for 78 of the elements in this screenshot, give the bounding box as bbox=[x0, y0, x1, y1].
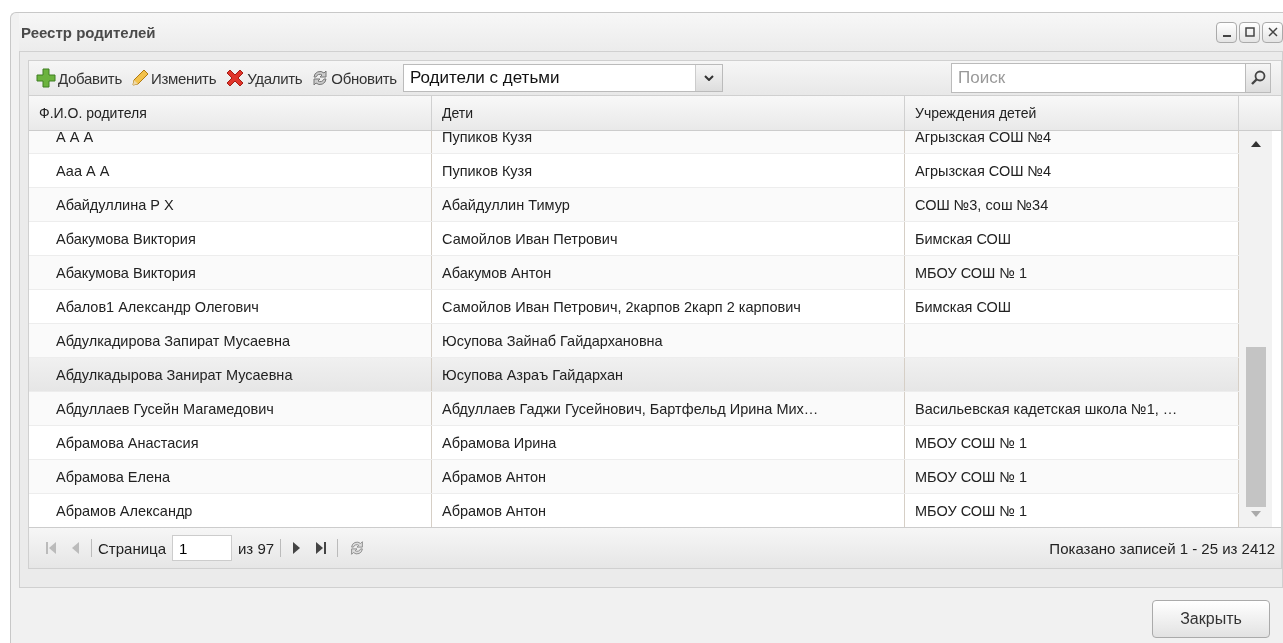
page-count: из 97 bbox=[238, 539, 275, 557]
first-page-icon bbox=[45, 541, 57, 555]
column-header[interactable]: Дети bbox=[432, 96, 905, 130]
table-cell: СОШ №3, сош №34 bbox=[915, 196, 1049, 213]
table-cell: Абрамова Елена bbox=[56, 468, 171, 485]
search-icon bbox=[1250, 70, 1266, 86]
close-icon bbox=[1267, 27, 1278, 37]
edit-button[interactable]: Изменить bbox=[127, 68, 219, 88]
previous-icon bbox=[71, 541, 81, 555]
close-button[interactable] bbox=[1262, 21, 1283, 43]
plus-icon bbox=[35, 67, 57, 89]
refresh-button[interactable]: Обновить bbox=[308, 68, 399, 88]
table-row[interactable]: Абайдуллина Р Х Абайдуллин Тимур СОШ №3, сош №34 bbox=[29, 188, 1239, 222]
table-cell: МБОУ СОШ № 1 bbox=[915, 468, 1028, 485]
table-cell: Бимская СОШ bbox=[915, 230, 1012, 247]
minimize-button[interactable] bbox=[1216, 21, 1237, 43]
table-row[interactable]: А А А Пупиков Кузя Агрызская СОШ №4 bbox=[29, 131, 1239, 154]
table-cell: МБОУ СОШ № 1 bbox=[915, 264, 1028, 281]
table-row[interactable]: Абакумова Виктория Абакумов Антон МБОУ СОШ № 1 bbox=[29, 256, 1239, 290]
table-cell: Пупиков Кузя bbox=[442, 131, 533, 145]
table-cell: МБОУ СОШ № 1 bbox=[915, 434, 1028, 451]
table-row[interactable]: Абрамова Анастасия Абрамова Ирина МБОУ СОШ № 1 bbox=[29, 426, 1239, 460]
table-cell: Абдулкадырова Занират Мусаевна bbox=[56, 366, 293, 383]
table-cell: Абайдуллин Тимур bbox=[442, 196, 570, 213]
table-cell: Самойлов Иван Петрович, 2карпов 2карп 2 карпович bbox=[442, 298, 801, 315]
scrollbar-track[interactable] bbox=[1239, 131, 1272, 527]
table-cell: Абрамов Александр bbox=[56, 502, 193, 519]
table-cell: Абдулкадирова Запират Мусаевна bbox=[56, 332, 290, 349]
table-row[interactable]: Ааа А А Пупиков Кузя Агрызская СОШ №4 bbox=[29, 154, 1239, 188]
column-header[interactable]: Учреждения детей bbox=[905, 96, 1239, 130]
records-summary: Показано записей 1 - 25 из 2412 bbox=[1049, 539, 1275, 557]
table-cell: Абакумов Антон bbox=[442, 264, 552, 281]
minimize-icon bbox=[1222, 35, 1231, 37]
pencil-icon bbox=[129, 68, 150, 88]
table-row[interactable]: Абакумова Виктория Самойлов Иван Петрович Бимская СОШ bbox=[29, 222, 1239, 256]
page-label: Страница bbox=[98, 539, 166, 557]
window-title: Реестр родителей bbox=[20, 23, 156, 41]
chevron-down-icon bbox=[694, 65, 722, 91]
table-cell: Ааа А А bbox=[56, 162, 110, 179]
table-cell: Абакумова Виктория bbox=[56, 264, 196, 281]
table-cell: Абдуллаев Гаджи Гусейнович, Бартфельд Ирина Мих… bbox=[442, 400, 819, 417]
up-arrow-icon[interactable] bbox=[1250, 141, 1261, 147]
table-cell: Васильевская кадетская школа №1, … bbox=[915, 400, 1178, 417]
table-cell: Абрамов Антон bbox=[442, 468, 547, 485]
scroll-thumb[interactable] bbox=[1245, 347, 1266, 507]
table-cell: Самойлов Иван Петрович bbox=[442, 230, 618, 247]
delete-button[interactable]: Удалить bbox=[222, 67, 305, 89]
maximize-button[interactable] bbox=[1239, 21, 1260, 43]
table-row[interactable]: Абалов1 Александр Олегович Самойлов Иван Петрович, 2карпов 2карп 2 карпович Бимская СОШ bbox=[29, 290, 1239, 324]
search-button[interactable] bbox=[1245, 63, 1271, 93]
table-cell: Агрызская СОШ №4 bbox=[915, 162, 1052, 179]
table-row[interactable]: Абрамова Елена Абрамов Антон МБОУ СОШ № 1 bbox=[29, 460, 1239, 494]
table-row[interactable]: Абдулкадырова Занират Мусаевна Юсупова Азраъ Гайдархан bbox=[29, 358, 1239, 392]
add-button[interactable]: Добавить bbox=[33, 67, 124, 89]
close-dialog-button[interactable]: Закрыть bbox=[1152, 600, 1270, 638]
table-cell: Абрамова Анастасия bbox=[56, 434, 199, 451]
next-icon bbox=[291, 541, 302, 555]
table-cell: Пупиков Кузя bbox=[442, 162, 533, 179]
table-cell: Бимская СОШ bbox=[915, 298, 1012, 315]
column-header[interactable]: Ф.И.О. родителя bbox=[29, 96, 432, 130]
table-cell: Абалов1 Александр Олегович bbox=[56, 298, 259, 315]
maximize-icon bbox=[1244, 27, 1255, 37]
filter-dropdown[interactable]: Родители с детьми bbox=[402, 64, 723, 92]
table-cell: Абрамова Ирина bbox=[442, 434, 557, 451]
table-cell: Абакумова Виктория bbox=[56, 230, 196, 247]
last-page-icon bbox=[315, 541, 328, 555]
table-cell: Абрамов Антон bbox=[442, 502, 547, 519]
page-field[interactable]: 1 bbox=[172, 535, 232, 561]
search-field[interactable]: Поиск bbox=[951, 63, 1245, 93]
table-cell: А А А bbox=[56, 131, 94, 145]
table-cell: МБОУ СОШ № 1 bbox=[915, 502, 1028, 519]
table-cell: Юсупова Азраъ Гайдархан bbox=[442, 366, 624, 383]
table-row[interactable]: Абдулкадирова Запират Мусаевна Юсупова Зайнаб Гайдархановна bbox=[29, 324, 1239, 358]
table-cell: Агрызская СОШ №4 bbox=[915, 131, 1052, 145]
table-cell: Юсупова Зайнаб Гайдархановна bbox=[442, 332, 663, 349]
table-cell: Абайдуллина Р Х bbox=[56, 196, 174, 213]
table-cell: Абдуллаев Гусейн Магамедович bbox=[56, 400, 274, 417]
table-row[interactable]: Абдуллаев Гусейн Магамедович Абдуллаев Гаджи Гусейнович, Бартфельд Ирина Мих… Васильевская кадетская школа №1, … bbox=[29, 392, 1239, 426]
